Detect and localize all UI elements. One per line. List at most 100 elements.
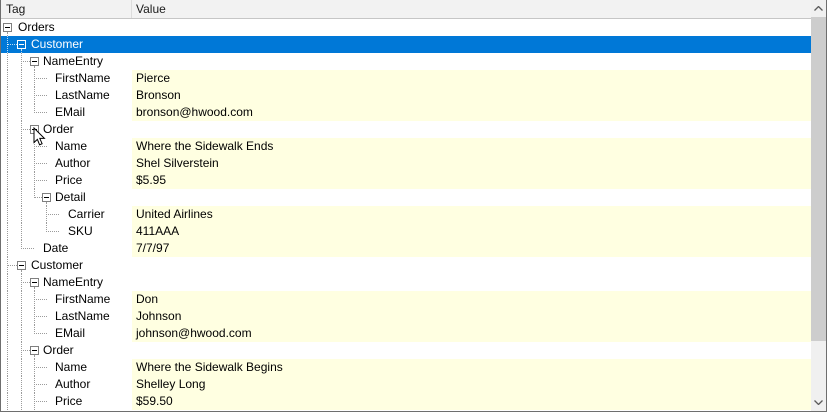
tree-branch-stub: [21, 61, 30, 63]
tree-row-order-6[interactable]: Order: [1, 121, 812, 138]
scroll-up-icon: [814, 6, 823, 11]
value-label: Johnson: [136, 308, 181, 325]
tree-branch-stub: [7, 265, 17, 267]
scroll-up-button[interactable]: [811, 0, 826, 17]
tag-label: Author: [55, 155, 90, 172]
tree-row-name-7[interactable]: NameWhere the Sidewalk Ends: [1, 138, 812, 155]
tag-label: Carrier: [68, 206, 105, 223]
tree-connector-line: [21, 206, 23, 223]
tree-connector-line: [7, 342, 9, 359]
tree-connector-line: [21, 376, 23, 393]
tree-connector-line: [7, 393, 9, 410]
tree-row-firstname-16[interactable]: FirstNameDon: [1, 291, 812, 308]
value-cell-background: [132, 206, 812, 223]
tree-row-nameentry-2[interactable]: NameEntry: [1, 53, 812, 70]
minus-glyph: [32, 282, 37, 283]
tree-branch-stub: [34, 316, 47, 318]
collapse-node-icon[interactable]: [30, 346, 39, 355]
tree-row-nameentry-15[interactable]: NameEntry: [1, 274, 812, 291]
tree-row-email-18[interactable]: EMailjohnson@hwood.com: [1, 325, 812, 342]
value-cell-background: [132, 291, 812, 308]
tree-row-sku-12[interactable]: SKU411AAA: [1, 223, 812, 240]
tree-branch-stub: [21, 129, 30, 131]
tree-connector-line: [21, 87, 23, 104]
tree-branch-stub: [34, 299, 47, 301]
tree-connector-line: [7, 87, 9, 104]
value-label: johnson@hwood.com: [136, 325, 252, 342]
tree-row-carrier-11[interactable]: Carrier United Airlines: [1, 206, 812, 223]
value-label: $5.95: [136, 172, 166, 189]
tree-connector-line: [7, 155, 9, 172]
collapse-node-icon[interactable]: [17, 261, 26, 270]
value-label: Bronson: [136, 87, 181, 104]
tree-row-lastname-17[interactable]: LastName Johnson: [1, 308, 812, 325]
tag-label: Order: [43, 342, 74, 359]
tree-connector-line: [21, 104, 23, 121]
tree-branch-stub: [34, 401, 47, 403]
tree-list-control: Tag Value OrdersCustomerNameEntryFirstNa…: [0, 0, 827, 412]
tree-connector-line: [7, 240, 9, 257]
tree-connector-line: [7, 70, 9, 87]
value-label: Where the Sidewalk Ends: [136, 138, 273, 155]
tree-branch-stub: [21, 282, 30, 284]
column-header-value[interactable]: Value: [136, 0, 166, 18]
tree-branch-stub: [34, 112, 47, 114]
tree-row-price-9[interactable]: Price$5.95: [1, 172, 812, 189]
minus-glyph: [5, 27, 10, 28]
value-label: Don: [136, 291, 158, 308]
tree-row-customer-1[interactable]: Customer: [1, 36, 812, 53]
tree-connector-line: [21, 325, 23, 342]
value-label: $59.50: [136, 393, 173, 410]
tag-label: Customer: [31, 36, 83, 53]
tree-row-customer-14[interactable]: Customer: [1, 257, 812, 274]
tree-connector-line: [7, 325, 9, 342]
tree-row-name-20[interactable]: NameWhere the Sidewalk Begins: [1, 359, 812, 376]
tree-row-order-19[interactable]: Order: [1, 342, 812, 359]
tag-label: NameEntry: [43, 53, 103, 70]
tag-label: SKU: [68, 223, 93, 240]
collapse-node-icon[interactable]: [30, 57, 39, 66]
column-divider[interactable]: [131, 0, 132, 18]
collapse-node-icon[interactable]: [30, 278, 39, 287]
collapse-node-icon[interactable]: [3, 23, 12, 32]
column-header-row: Tag Value: [1, 0, 812, 19]
value-label: United Airlines: [136, 206, 213, 223]
value-label: Shelley Long: [136, 376, 205, 393]
scroll-down-button[interactable]: [811, 394, 826, 411]
minus-glyph: [32, 61, 37, 62]
tree-row-detail-10[interactable]: Detail: [1, 189, 812, 206]
tree-row-author-21[interactable]: Author Shelley Long: [1, 376, 812, 393]
tree-row-date-13[interactable]: Date7/7/97: [1, 240, 812, 257]
tag-label: Author: [55, 376, 90, 393]
tag-label: LastName: [55, 308, 110, 325]
collapse-node-icon[interactable]: [30, 125, 39, 134]
tree-row-lastname-4[interactable]: LastNameBronson: [1, 87, 812, 104]
value-cell-background: [132, 223, 812, 240]
column-header-tag[interactable]: Tag: [6, 0, 25, 18]
tree-row-email-5[interactable]: EMail bronson@hwood.com: [1, 104, 812, 121]
tree-row-orders-0[interactable]: Orders: [1, 19, 812, 36]
tree-branch-stub: [21, 248, 34, 250]
value-label: Shel Silverstein: [136, 155, 219, 172]
tree-row-author-8[interactable]: Author Shel Silverstein: [1, 155, 812, 172]
tree-row-price-22[interactable]: Price $59.50: [1, 393, 812, 410]
xml-tree-viewer-window: Tag Value OrdersCustomerNameEntryFirstNa…: [0, 0, 828, 414]
tree-branch-stub: [34, 78, 47, 80]
tag-label: EMail: [55, 104, 85, 121]
collapse-node-icon[interactable]: [42, 193, 51, 202]
tree-connector-line: [21, 155, 23, 172]
tree-branch-stub: [34, 333, 47, 335]
value-cell-background: [132, 70, 812, 87]
tree-row-firstname-3[interactable]: FirstNamePierce: [1, 70, 812, 87]
tree-connector-line: [7, 206, 9, 223]
tree-branch-stub: [34, 146, 47, 148]
tree-branch-stub: [34, 384, 47, 386]
value-label: bronson@hwood.com: [136, 104, 253, 121]
tag-label: Price: [55, 393, 82, 410]
minus-glyph: [19, 44, 24, 45]
scrollbar-thumb[interactable]: [811, 17, 826, 341]
value-cell-background: [132, 87, 812, 104]
vertical-scrollbar[interactable]: [811, 0, 827, 411]
tree-branch-stub: [7, 44, 17, 46]
collapse-node-icon[interactable]: [17, 40, 26, 49]
